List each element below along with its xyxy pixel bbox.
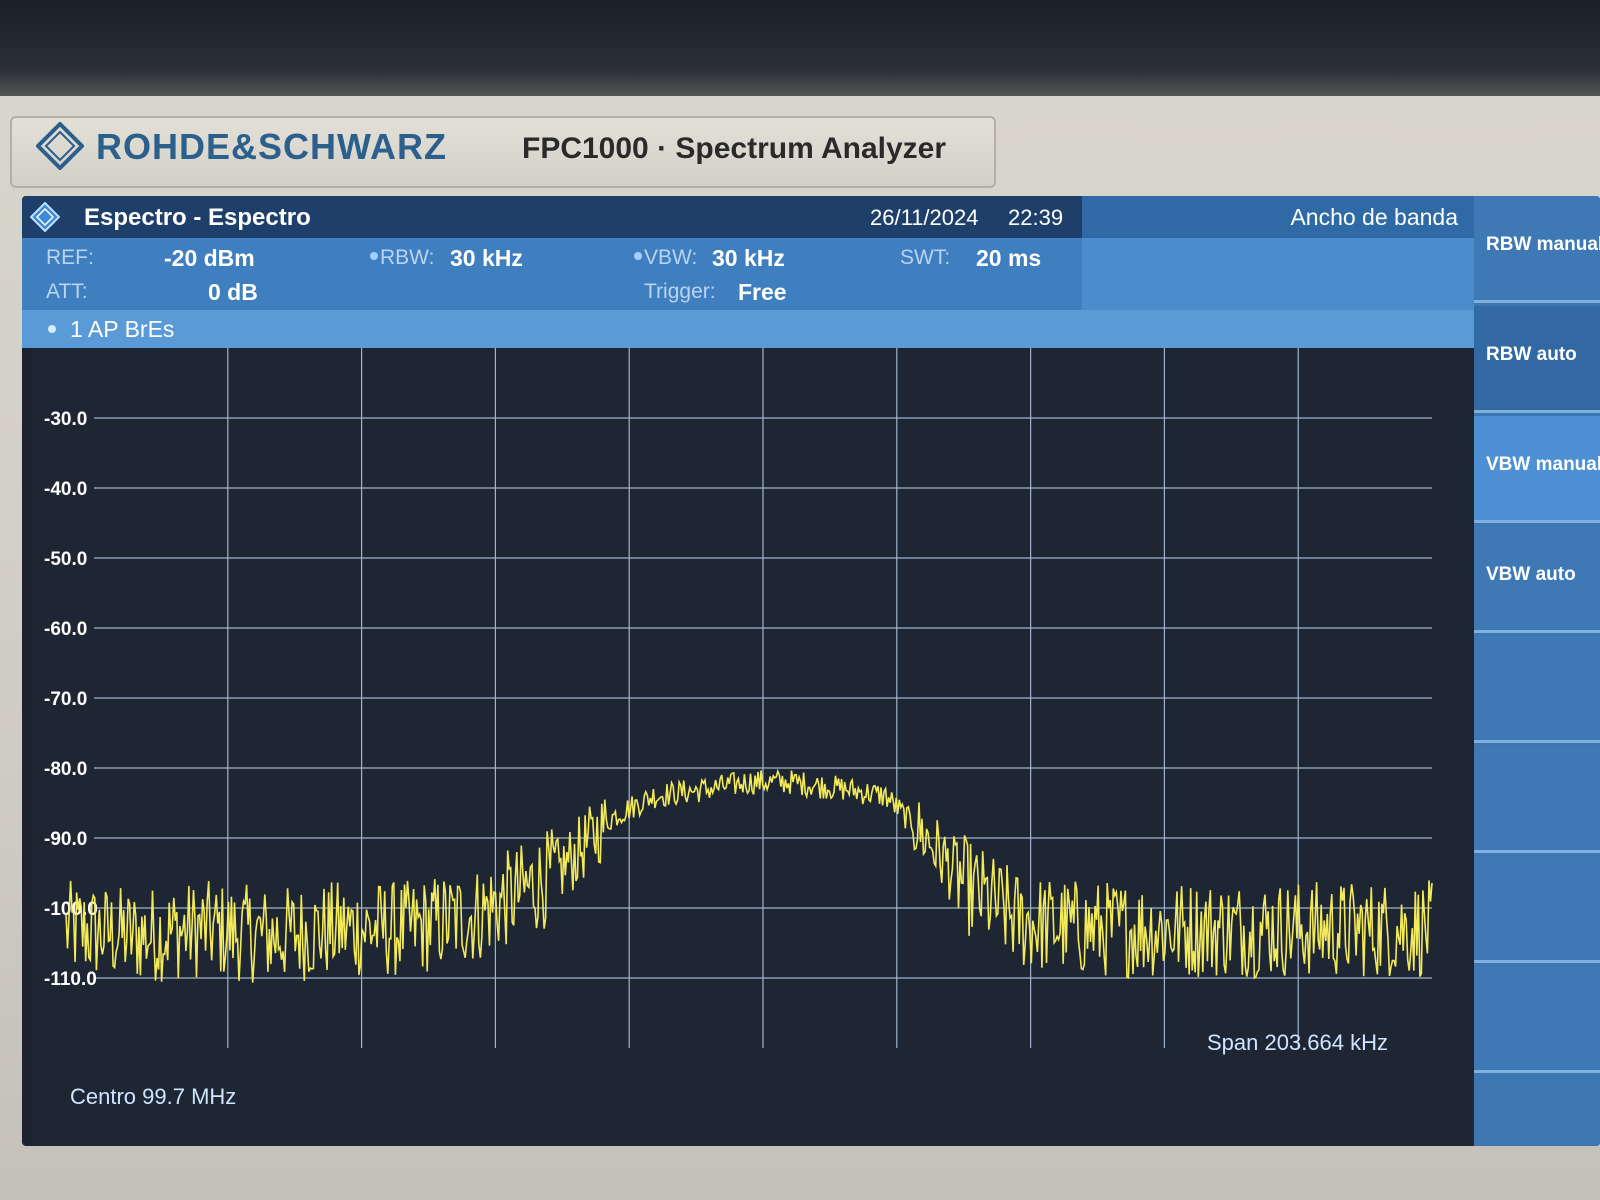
softkey-empty-5[interactable] [1474, 636, 1600, 743]
span-label: Span 203.664 kHz [1207, 1030, 1388, 1055]
center-label: Centro 99.7 MHz [70, 1084, 236, 1109]
model-name: FPC1000 · Spectrum Analyzer [522, 132, 947, 165]
brand-name: ROHDE&SCHWARZ [96, 126, 447, 167]
rs-logo-icon [36, 122, 84, 170]
rbw-value[interactable]: 30 kHz [450, 245, 523, 272]
title-bar: Espectro - Espectro 26/11/2024 22:39 [22, 196, 1082, 238]
trace-label: 1 AP BrEs [70, 316, 175, 342]
screen: Espectro - Espectro 26/11/2024 22:39 Anc… [22, 196, 1600, 1146]
att-label: ATT: [46, 280, 88, 303]
time-label: 22:39 [1008, 205, 1064, 230]
mode-title: Espectro - Espectro [84, 204, 311, 231]
softkey-empty-7[interactable] [1474, 856, 1600, 963]
menu-title-label: Ancho de banda [1290, 204, 1458, 230]
y-tick-label: -40.0 [44, 479, 87, 500]
y-tick-label: -50.0 [44, 549, 87, 570]
y-tick-label: -70.0 [44, 689, 87, 710]
trigger-label: Trigger: [644, 280, 716, 303]
softkey-panel: RBW manual RBW auto VBW manual VBW auto [1474, 196, 1600, 1146]
rs-small-logo-icon [30, 202, 60, 232]
y-tick-label: -60.0 [44, 619, 87, 640]
softkey-vbw-manual[interactable]: VBW manual [1474, 416, 1600, 523]
softkey-label: RBW auto [1486, 344, 1577, 365]
ref-label: REF: [46, 246, 94, 269]
vbw-indicator-icon [634, 252, 642, 260]
trace-bar: 1 AP BrEs [22, 310, 1474, 348]
y-tick-label: -80.0 [44, 759, 87, 780]
softkey-label: VBW auto [1486, 564, 1576, 585]
spectrum-trace [65, 768, 1433, 983]
date-label: 26/11/2024 [870, 205, 979, 230]
softkey-empty-8[interactable] [1474, 966, 1600, 1073]
att-value[interactable]: 0 dB [208, 279, 258, 306]
vbw-label: VBW: [644, 246, 698, 269]
softkey-empty-6[interactable] [1474, 746, 1600, 853]
y-tick-label: -90.0 [44, 829, 87, 850]
trigger-value[interactable]: Free [738, 279, 787, 306]
background-top [0, 0, 1600, 100]
swt-label: SWT: [900, 246, 951, 269]
swt-value[interactable]: 20 ms [976, 245, 1041, 272]
ref-value[interactable]: -20 dBm [164, 245, 255, 272]
softkey-rbw-manual[interactable]: RBW manual [1474, 196, 1600, 303]
softkey-label: VBW manual [1486, 454, 1600, 475]
vbw-value[interactable]: 30 kHz [712, 245, 785, 272]
rbw-indicator-icon [370, 252, 378, 260]
parameter-bar-right [1082, 238, 1474, 310]
softkey-rbw-auto[interactable]: RBW auto [1474, 306, 1600, 413]
spectrum-plot[interactable]: -30.0 -40.0 -50.0 -60.0 -70.0 -80.0 -90.0 -100.… [32, 348, 1474, 1146]
spectrum-svg: -30.0-40.0-50.0-60.0-70.0-80.0-90.0-100.… [44, 348, 1433, 1109]
y-tick-label: -30.0 [44, 409, 87, 430]
softkey-vbw-auto[interactable]: VBW auto [1474, 526, 1600, 633]
y-tick-label: -110.0 [44, 969, 97, 990]
menu-title: Ancho de banda [1082, 196, 1474, 238]
trace-bullet-icon [48, 325, 56, 333]
rbw-label: RBW: [380, 246, 435, 269]
softkey-label: RBW manual [1486, 234, 1600, 255]
